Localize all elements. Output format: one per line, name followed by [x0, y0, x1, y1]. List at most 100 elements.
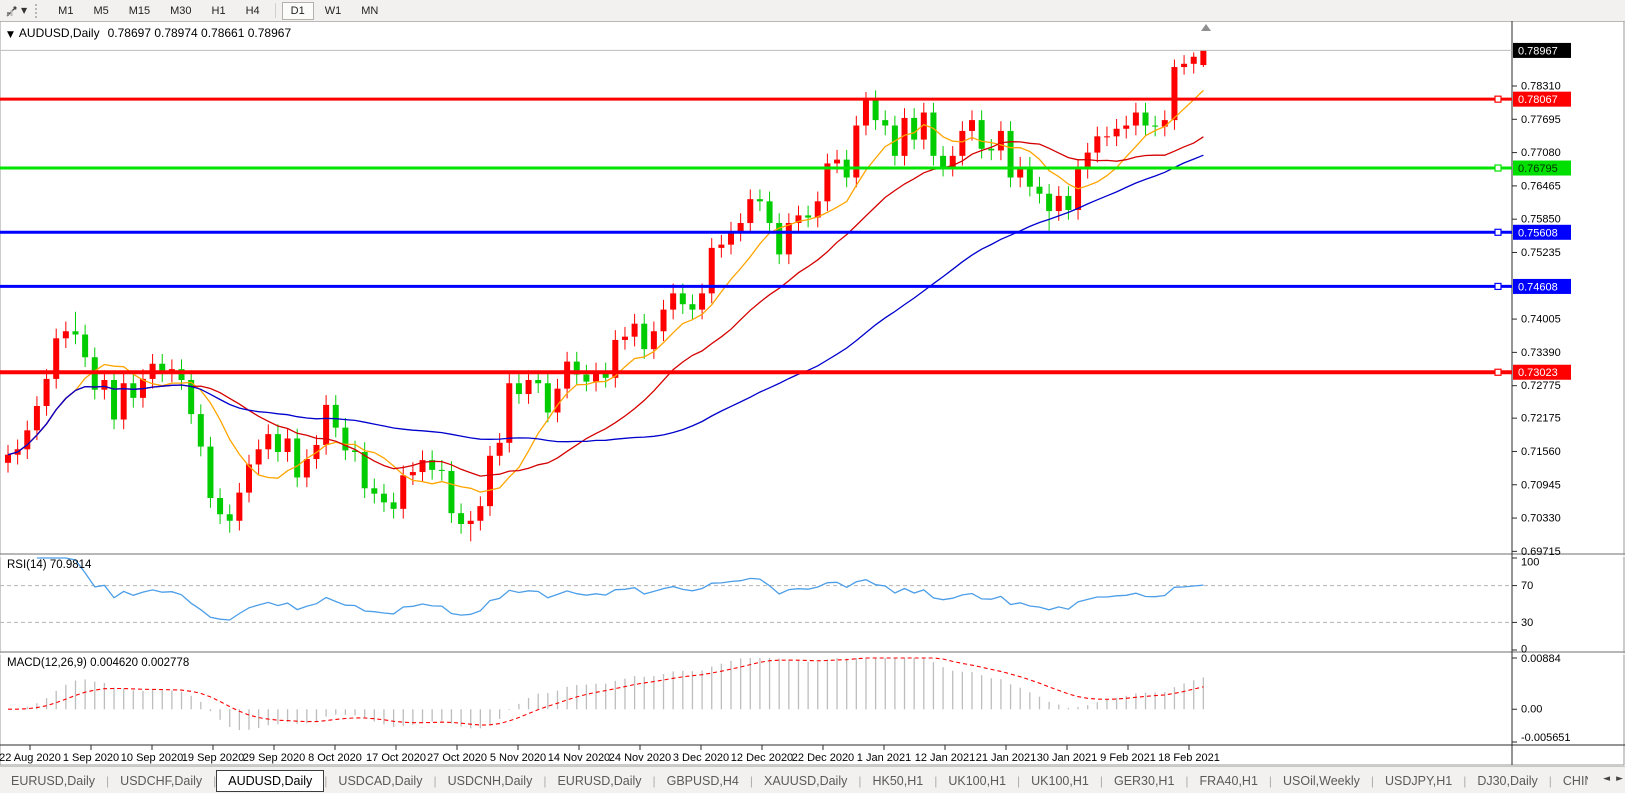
ma-fast — [8, 90, 1203, 492]
tabs-scroll-right-icon[interactable]: ► — [1616, 774, 1623, 784]
timeframe-button-h4[interactable]: H4 — [237, 2, 269, 20]
chart-tab-gbpusd-h4[interactable]: GBPUSD,H4 — [656, 770, 750, 792]
chart-tabs-group: EURUSD,Daily|USDCHF,Daily|AUDUSD,Daily|U… — [0, 767, 1588, 793]
rsi-value: 70.9814 — [50, 559, 92, 571]
chart-tab-eurusd-daily[interactable]: EURUSD,Daily — [0, 770, 106, 792]
date-label: 21 Jan 2021 — [976, 752, 1037, 764]
date-label: 3 Dec 2020 — [673, 752, 729, 764]
rsi-name: RSI(14) — [7, 559, 47, 571]
rsi-tick-label: 30 — [1521, 617, 1533, 629]
chart-tab-bar: EURUSD,Daily|USDCHF,Daily|AUDUSD,Daily|U… — [0, 766, 1625, 793]
chart-tab-usdcad-daily[interactable]: USDCAD,Daily — [327, 770, 433, 792]
toolbar-separator — [275, 3, 276, 18]
price-tick-label: 0.74005 — [1521, 314, 1561, 326]
price-tick-label: 0.73390 — [1521, 347, 1561, 359]
date-label: 27 Oct 2020 — [427, 752, 487, 764]
rsi-indicator-label: RSI(14) 70.9814 — [7, 559, 91, 571]
chart-tab-dj30-daily[interactable]: DJ30,Daily — [1466, 770, 1548, 792]
candles-layer — [5, 50, 1206, 541]
price-tick-label: 0.77080 — [1521, 147, 1561, 159]
chart-title: ▼ AUDUSD,Daily 0.78697 0.78974 0.78661 0.7… — [7, 26, 291, 40]
chart-tab-ger30-h1[interactable]: GER30,H1 — [1103, 770, 1185, 792]
macd-tick-label: -0.005651 — [1521, 732, 1571, 744]
toolbar-dropdown-caret-icon[interactable]: ▼ — [21, 6, 27, 15]
symbol-caret-icon[interactable]: ▼ — [7, 30, 14, 40]
date-label: 12 Jan 2021 — [915, 752, 976, 764]
timeframe-button-m5[interactable]: M5 — [84, 2, 117, 20]
chart-tab-hk50-h1[interactable]: HK50,H1 — [861, 770, 934, 792]
chart-tab-usdcnh-daily[interactable]: USDCNH,Daily — [437, 770, 544, 792]
timeframe-buttons-group: M1M5M15M30H1H4 D1W1MN — [48, 2, 388, 20]
chart-tab-fra40-h1[interactable]: FRA40,H1 — [1189, 770, 1269, 792]
macd-tick-label: 0.00884 — [1521, 653, 1561, 665]
price-badge-label: 0.78067 — [1518, 94, 1558, 106]
chart-ohlc-values: 0.78697 0.78974 0.78661 0.78967 — [108, 26, 292, 40]
date-label: 9 Feb 2021 — [1100, 752, 1156, 764]
date-axis: 22 Aug 20201 Sep 202010 Sep 202019 Sep 2… — [0, 745, 1220, 764]
chart-tab-usdchf-daily[interactable]: USDCHF,Daily — [109, 770, 213, 792]
date-label: 10 Sep 2020 — [121, 752, 183, 764]
price-tick-label: 0.72175 — [1521, 413, 1561, 425]
chart-tab-usdjpy-h1[interactable]: USDJPY,H1 — [1374, 770, 1463, 792]
shift-marker[interactable] — [1201, 24, 1211, 31]
ma-slow — [8, 155, 1203, 455]
price-badge-label: 0.75608 — [1518, 227, 1558, 239]
hlines-layer[interactable] — [0, 96, 1512, 375]
timeframe-button-m30[interactable]: M30 — [161, 2, 200, 20]
chart-shift-marker — [1201, 24, 1211, 31]
date-label: 14 Nov 2020 — [548, 752, 610, 764]
macd-name: MACD(12,26,9) — [7, 657, 87, 669]
price-badge-label: 0.74608 — [1518, 281, 1558, 293]
macd-indicator-label: MACD(12,26,9) 0.004620 0.002778 — [7, 657, 189, 669]
timeframe-button-d1[interactable]: D1 — [282, 2, 314, 20]
rsi-panel: 10070300 — [0, 557, 1539, 656]
toolbar-drag-handle[interactable] — [35, 4, 40, 18]
date-label: 5 Nov 2020 — [490, 752, 546, 764]
date-label: 22 Aug 2020 — [0, 752, 61, 764]
timeframe-button-w1[interactable]: W1 — [316, 2, 351, 20]
price-badge-label: 0.78967 — [1518, 45, 1558, 57]
chart-tab-uk100-h1[interactable]: UK100,H1 — [937, 770, 1017, 792]
tabs-scroll-left-icon[interactable]: ◄ — [1603, 774, 1610, 784]
date-label: 19 Sep 2020 — [182, 752, 244, 764]
timeframe-button-h1[interactable]: H1 — [203, 2, 235, 20]
timeframe-button-mn[interactable]: MN — [352, 2, 387, 20]
price-axis: 0.783100.776950.770800.764650.758500.752… — [1512, 43, 1571, 558]
price-tick-label: 0.75850 — [1521, 214, 1561, 226]
macd-panel: 0.008840.00-0.005651 — [8, 653, 1571, 744]
rsi-line — [37, 558, 1204, 620]
chart-tab-china300-h1[interactable]: CHINA300,H1 — [1552, 770, 1588, 792]
date-label: 12 Dec 2020 — [731, 752, 793, 764]
date-label: 22 Dec 2020 — [792, 752, 854, 764]
price-tick-label: 0.70330 — [1521, 513, 1561, 525]
macd-values: 0.004620 0.002778 — [90, 657, 189, 669]
hline-handle — [1495, 165, 1501, 171]
price-chart-canvas[interactable]: 100703000.783100.776950.770800.764650.75… — [0, 21, 1625, 766]
price-tick-label: 0.77695 — [1521, 114, 1561, 126]
ma-mid — [8, 137, 1203, 476]
chart-tab-uk100-h1[interactable]: UK100,H1 — [1020, 770, 1100, 792]
price-tick-label: 0.75235 — [1521, 247, 1561, 259]
price-badge-label: 0.76795 — [1518, 163, 1558, 175]
date-label: 30 Jan 2021 — [1037, 752, 1098, 764]
chart-tab-usoil-weekly[interactable]: USOil,Weekly — [1272, 770, 1371, 792]
chart-symbol-label: AUDUSD,Daily — [19, 26, 100, 40]
trading-platform-window: ▼ M1M5M15M30H1H4D1W1MN 100703000.783100.… — [0, 0, 1625, 793]
chart-tab-eurusd-daily[interactable]: EURUSD,Daily — [546, 770, 652, 792]
chart-tab-audusd-daily[interactable]: AUDUSD,Daily — [216, 770, 324, 792]
hline-handle — [1495, 229, 1501, 235]
date-label: 29 Sep 2020 — [243, 752, 305, 764]
rsi-tick-label: 100 — [1521, 557, 1539, 569]
date-label: 1 Jan 2021 — [857, 752, 911, 764]
chart-tab-xauusd-daily[interactable]: XAUUSD,Daily — [753, 770, 858, 792]
price-tick-label: 0.71560 — [1521, 446, 1561, 458]
timeframe-button-m1[interactable]: M1 — [49, 2, 82, 20]
date-label: 17 Oct 2020 — [366, 752, 426, 764]
panel-frames — [0, 21, 1625, 765]
crosshair-tool-icon[interactable] — [3, 2, 21, 19]
timeframe-button-m15[interactable]: M15 — [120, 2, 159, 20]
date-label: 1 Sep 2020 — [63, 752, 119, 764]
price-tick-label: 0.69715 — [1521, 546, 1561, 558]
rsi-tick-label: 70 — [1521, 580, 1533, 592]
price-badge-label: 0.73023 — [1518, 367, 1558, 379]
